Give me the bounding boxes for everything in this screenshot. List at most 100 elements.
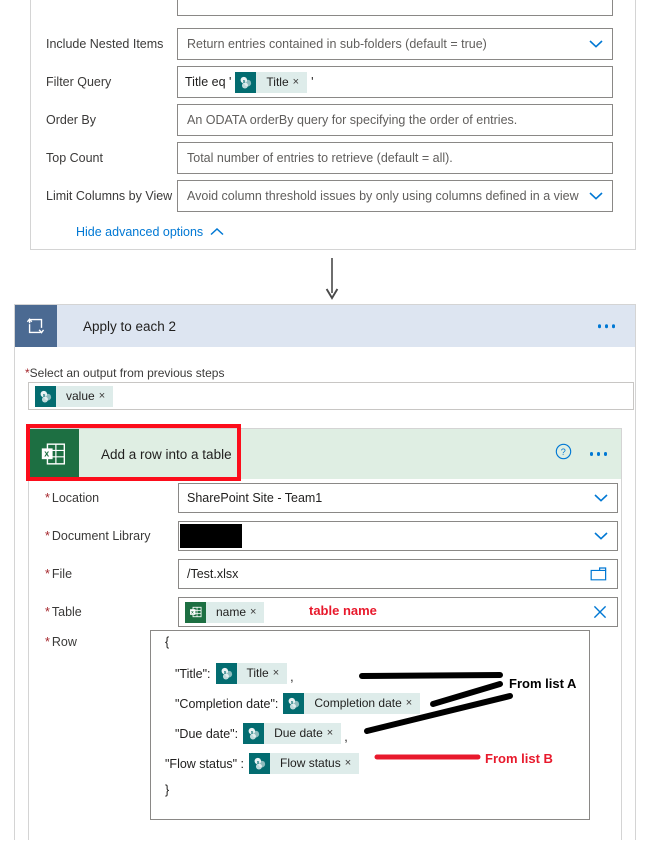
close-icon[interactable]: × [327, 723, 341, 744]
location-value: SharePoint Site - Team1 [187, 491, 323, 505]
json-open-brace: { [165, 635, 169, 649]
field-control-filter-query[interactable]: Title eq ' s Title × ' [177, 66, 613, 98]
json-close-brace: } [165, 783, 169, 797]
field-control-document-library[interactable] [178, 521, 618, 551]
field-control-file[interactable]: /Test.xlsx [178, 559, 618, 589]
flow-status-token-label: Flow status [280, 756, 341, 770]
filter-query-prefix: Title eq ' [185, 75, 232, 89]
table-token-label: name [216, 604, 247, 619]
svg-text:s: s [43, 392, 46, 398]
field-label-top-count: Top Count [46, 151, 103, 165]
field-label-row-text: Row [51, 635, 77, 649]
sharepoint-icon: s [35, 385, 56, 407]
field-row-filter-query: Filter Query Title eq ' s Title × ' [31, 66, 637, 98]
flow-status-token[interactable]: Flow status × [270, 753, 360, 774]
close-icon[interactable]: × [250, 602, 264, 623]
row-json-body-field[interactable]: { "Title": s Title × , "Completion date"… [150, 630, 590, 820]
hide-advanced-options-label: Hide advanced options [76, 225, 204, 239]
required-asterisk: * [45, 529, 50, 543]
help-circle-icon[interactable]: ? [555, 443, 572, 465]
clear-field-icon[interactable] [593, 605, 607, 619]
field-row-limit-columns-by-view: Limit Columns by View Avoid column thres… [31, 180, 637, 212]
close-icon[interactable]: × [293, 72, 307, 93]
include-nested-items-placeholder: Return entries contained in sub-folders … [187, 37, 487, 51]
field-row-include-nested-items: Include Nested Items Return entries cont… [31, 28, 637, 60]
excel-icon: x [29, 429, 79, 479]
field-control-limit-columns-by-view[interactable]: Avoid column threshold issues by only us… [177, 180, 613, 212]
apply-to-each-header[interactable]: Apply to each 2 [15, 305, 635, 347]
hide-advanced-options-link[interactable]: Hide advanced options [76, 225, 224, 239]
json-comma-title: , [290, 670, 294, 684]
close-icon[interactable]: × [273, 663, 287, 684]
order-by-placeholder: An ODATA orderBy query for specifying th… [187, 113, 518, 127]
field-label-location: * Location [45, 491, 99, 505]
apply-to-each-icon [15, 305, 57, 347]
json-key-title: "Title": [175, 666, 211, 681]
filter-query-token[interactable]: Title × [256, 71, 308, 93]
close-icon[interactable]: × [406, 693, 420, 714]
ellipsis-icon[interactable] [589, 452, 607, 456]
select-output-field[interactable]: s value × [28, 382, 634, 410]
field-control-include-nested-items[interactable]: Return entries contained in sub-folders … [177, 28, 613, 60]
redaction-bar [180, 524, 242, 548]
field-label-location-text: Location [51, 491, 100, 505]
filter-query-token-label: Title [266, 74, 289, 89]
flow-connector-arrow [325, 258, 339, 302]
field-label-document-library-text: Document Library [51, 529, 151, 543]
field-label-include-nested-items: Include Nested Items [46, 37, 164, 51]
field-control-location[interactable]: SharePoint Site - Team1 [178, 483, 618, 513]
value-token[interactable]: value × [56, 385, 114, 407]
select-output-label-text: Select an output from previous steps [29, 366, 225, 380]
add-row-into-table-header[interactable]: x Add a row into a table ? [29, 429, 621, 479]
svg-text:s: s [223, 670, 226, 676]
close-icon[interactable]: × [345, 753, 359, 774]
json-open-brace-text: { [165, 635, 170, 649]
field-label-document-library: * Document Library [45, 529, 151, 543]
field-label-file-text: File [51, 567, 73, 581]
title-token[interactable]: Title × [236, 663, 288, 684]
completion-date-token[interactable]: Completion date × [304, 693, 421, 714]
value-token-label: value [66, 388, 95, 403]
field-control-order-by[interactable]: An ODATA orderBy query for specifying th… [177, 104, 613, 136]
filter-query-suffix: ' [311, 75, 314, 89]
close-icon[interactable]: × [99, 386, 113, 407]
field-label-table: * Table [45, 605, 82, 619]
svg-text:s: s [291, 700, 294, 706]
required-asterisk: * [45, 491, 50, 505]
field-label-file: * File [45, 567, 72, 581]
folder-picker-icon[interactable] [590, 567, 607, 582]
svg-text:s: s [251, 730, 254, 736]
completion-date-token-label: Completion date [314, 696, 402, 710]
json-entry-flow-status: "Flow status" : s Flow status × [165, 753, 360, 774]
svg-text:s: s [243, 78, 246, 84]
json-entry-due-date: "Due date": s Due date × , [175, 723, 348, 744]
json-entry-title: "Title": s Title × , [175, 663, 294, 684]
svg-text:x: x [44, 448, 49, 458]
chevron-down-icon[interactable] [589, 192, 603, 201]
field-row-location: * Location SharePoint Site - Team1 [28, 483, 620, 513]
top-count-placeholder: Total number of entries to retrieve (def… [187, 151, 453, 165]
chevron-up-icon [210, 228, 224, 236]
sharepoint-icon: s [215, 663, 237, 684]
field-label-order-by: Order By [46, 113, 97, 127]
limit-columns-placeholder: Avoid column threshold issues by only us… [187, 189, 579, 203]
chevron-down-icon[interactable] [594, 494, 608, 503]
chevron-down-icon[interactable] [589, 40, 603, 49]
field-control-top-count[interactable]: Total number of entries to retrieve (def… [177, 142, 613, 174]
svg-text:?: ? [560, 447, 565, 457]
json-key-flow-status: "Flow status" : [165, 756, 245, 771]
svg-text:x: x [191, 611, 194, 616]
field-row-order-by: Order By An ODATA orderBy query for spec… [31, 104, 637, 136]
partial-field-control[interactable] [177, 0, 613, 16]
json-comma-due-date: , [344, 730, 348, 744]
json-key-due-date: "Due date": [175, 726, 239, 741]
field-row-top-count: Top Count Total number of entries to ret… [31, 142, 637, 174]
field-row-document-library: * Document Library [28, 521, 620, 551]
field-control-table[interactable]: x name × [178, 597, 618, 627]
title-token-label: Title [246, 666, 269, 680]
chevron-down-icon[interactable] [594, 532, 608, 541]
due-date-token[interactable]: Due date × [264, 723, 342, 744]
table-token[interactable]: name × [206, 601, 265, 623]
ellipsis-icon[interactable] [597, 324, 615, 328]
json-close-brace-text: } [165, 783, 170, 797]
